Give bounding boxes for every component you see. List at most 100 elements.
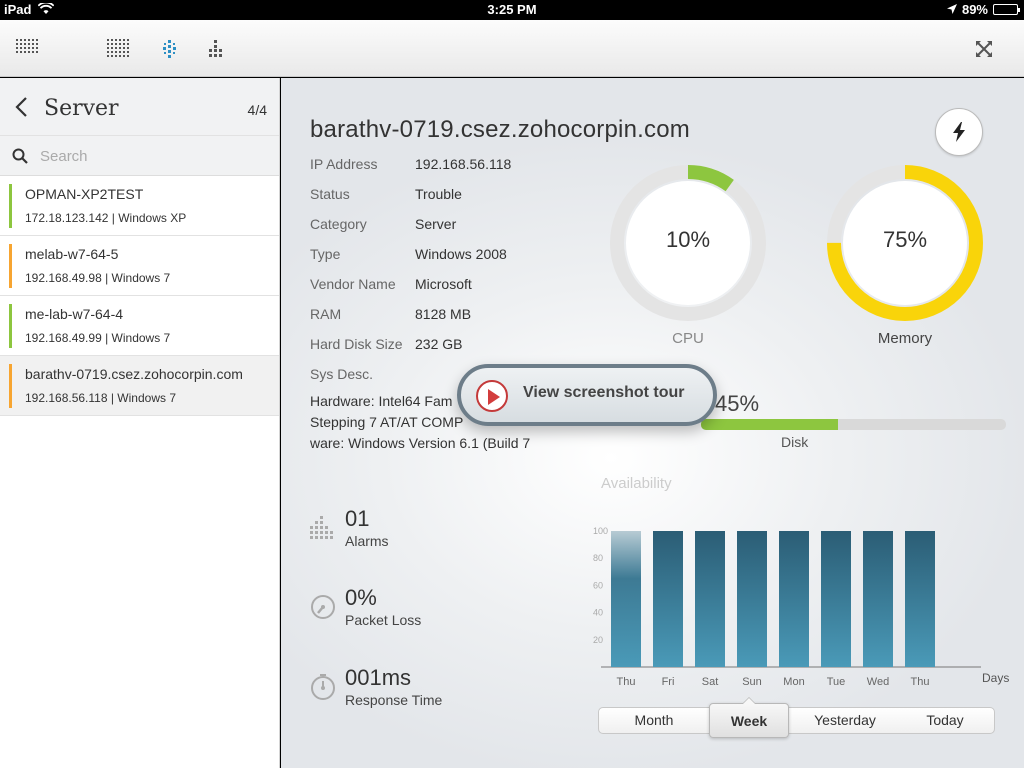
x-tick-label: Wed xyxy=(867,676,889,688)
list-item[interactable]: barathv-0719.csez.zohocorpin.com 192.168… xyxy=(0,356,279,416)
tab-month[interactable]: Month xyxy=(599,708,709,733)
property-key: Sys Desc. xyxy=(310,366,374,382)
search-icon xyxy=(12,148,28,164)
x-tick-label: Tue xyxy=(827,676,846,688)
x-axis-label: Days xyxy=(982,671,1010,685)
network-map-icon[interactable] xyxy=(160,39,184,59)
sidebar-header: Server 4/4 xyxy=(0,78,279,136)
location-arrow-icon xyxy=(946,2,957,17)
property-key: Vendor Name xyxy=(310,276,396,292)
sys-desc-line: ware: Windows Version 6.1 (Build 7 xyxy=(310,435,531,451)
property-key: IP Address xyxy=(310,156,378,172)
packet-loss-gauge-icon xyxy=(309,593,337,621)
disk-label: Disk xyxy=(781,434,809,450)
server-meta: 172.18.123.142 | Windows XP xyxy=(25,211,187,225)
sidebar-title: Server xyxy=(44,96,119,121)
search-input[interactable] xyxy=(40,144,260,168)
packet-loss-value: 0% xyxy=(345,585,377,610)
availability-bar[interactable] xyxy=(737,531,767,667)
availability-bar[interactable] xyxy=(821,531,851,667)
tour-label: View screenshot tour xyxy=(523,384,685,401)
dashboard-grid-icon[interactable] xyxy=(107,39,131,59)
property-key: RAM xyxy=(310,306,342,322)
y-tick-label: 80 xyxy=(593,553,603,563)
search-bar xyxy=(0,136,279,176)
tab-yesterday[interactable]: Yesterday xyxy=(795,708,895,733)
status-indicator xyxy=(9,184,12,228)
tab-today[interactable]: Today xyxy=(895,708,995,733)
y-tick-label: 20 xyxy=(593,635,603,645)
availability-bar[interactable] xyxy=(905,531,935,667)
availability-bar[interactable] xyxy=(695,531,725,667)
server-name: OPMAN-XP2TEST xyxy=(25,186,144,202)
battery-percent: 89% xyxy=(961,2,988,17)
memory-gauge: 75% Memory xyxy=(825,163,985,347)
page-title: barathv-0719.csez.zohocorpin.com xyxy=(310,116,690,143)
status-indicator xyxy=(9,364,12,408)
property-value: Trouble xyxy=(415,186,462,202)
property-value: Server xyxy=(415,216,457,232)
server-meta: 192.168.49.99 | Windows 7 xyxy=(25,331,171,345)
property-value: 192.168.56.118 xyxy=(415,156,512,172)
availability-bar[interactable] xyxy=(863,531,893,667)
server-count: 4/4 xyxy=(247,102,267,118)
x-tick-label: Sun xyxy=(742,676,762,688)
back-chevron-icon[interactable] xyxy=(14,96,28,124)
play-icon xyxy=(476,380,508,412)
tab-week[interactable]: Week xyxy=(709,697,789,738)
cpu-gauge: 10% CPU xyxy=(608,163,768,347)
cpu-label: CPU xyxy=(672,330,704,347)
disk-usage-fill xyxy=(701,419,839,430)
status-bar: iPad 3:25 PM 89% xyxy=(0,0,1024,20)
memory-value: 75% xyxy=(882,227,928,252)
availability-bar[interactable] xyxy=(611,531,641,667)
property-key: Category xyxy=(310,216,367,232)
grid-menu-icon[interactable] xyxy=(16,39,40,59)
property-key: Type xyxy=(310,246,341,262)
property-value: Windows 2008 xyxy=(415,246,507,262)
x-tick-label: Thu xyxy=(617,676,636,688)
top-toolbar xyxy=(0,20,1024,77)
status-indicator xyxy=(9,304,12,348)
list-item[interactable]: me-lab-w7-64-4 192.168.49.99 | Windows 7 xyxy=(0,296,279,356)
screenshot-tour-button[interactable]: View screenshot tour xyxy=(457,364,717,426)
quick-action-button[interactable] xyxy=(935,108,983,156)
server-name: me-lab-w7-64-4 xyxy=(25,306,124,322)
close-fullscreen-icon[interactable] xyxy=(974,39,998,59)
y-tick-label: 100 xyxy=(593,526,608,536)
x-tick-label: Sat xyxy=(702,676,719,688)
time-range-selector: Month Week Yesterday Today xyxy=(598,697,995,738)
property-value: 8128 MB xyxy=(415,306,472,322)
list-item[interactable]: melab-w7-64-5 192.168.49.98 | Windows 7 xyxy=(0,236,279,296)
server-detail-panel: barathv-0719.csez.zohocorpin.com IP Addr… xyxy=(281,78,1024,768)
tree-view-icon[interactable] xyxy=(206,39,230,59)
status-indicator xyxy=(9,244,12,288)
property-value: 232 GB xyxy=(415,336,463,352)
packet-loss-label: Packet Loss xyxy=(345,612,422,628)
server-name: melab-w7-64-5 xyxy=(25,246,119,262)
clock: 3:25 PM xyxy=(487,2,537,17)
availability-bar[interactable] xyxy=(779,531,809,667)
server-list: OPMAN-XP2TEST 172.18.123.142 | Windows X… xyxy=(0,176,279,416)
x-tick-label: Thu xyxy=(911,676,930,688)
response-time-value: 001ms xyxy=(345,665,412,690)
alarms-value: 01 xyxy=(345,506,370,531)
list-item[interactable]: OPMAN-XP2TEST 172.18.123.142 | Windows X… xyxy=(0,176,279,236)
property-key: Hard Disk Size xyxy=(310,336,403,352)
availability-bar[interactable] xyxy=(653,531,683,667)
availability-title: Availability xyxy=(601,475,672,492)
server-list-sidebar: Server 4/4 OPMAN-XP2TEST 172.18.123.142 … xyxy=(0,78,280,768)
battery-icon xyxy=(993,4,1020,15)
response-time-timer-icon xyxy=(309,673,337,701)
response-time-label: Response Time xyxy=(345,692,443,708)
alarm-grid-icon xyxy=(309,514,337,542)
server-name: barathv-0719.csez.zohocorpin.com xyxy=(25,366,243,382)
y-tick-label: 40 xyxy=(593,608,603,618)
property-value: Microsoft xyxy=(415,276,472,292)
server-meta: 192.168.49.98 | Windows 7 xyxy=(25,271,171,285)
cpu-value: 10% xyxy=(665,227,711,252)
y-tick-label: 60 xyxy=(593,580,603,590)
property-key: Status xyxy=(310,186,350,202)
disk-value: 45% xyxy=(715,391,760,416)
alarms-label: Alarms xyxy=(345,533,389,549)
